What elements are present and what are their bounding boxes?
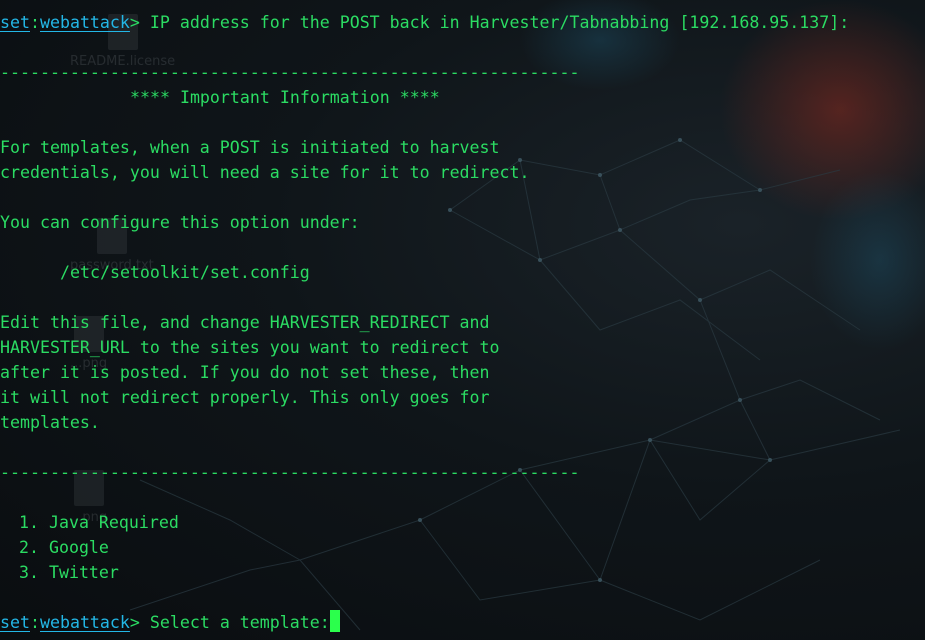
menu-option-twitter: 3. Twitter xyxy=(19,563,119,582)
config-path: /etc/setoolkit/set.config xyxy=(60,263,310,282)
terminal-prompt-line: set:webattack> IP address for the POST b… xyxy=(0,10,925,35)
info-text-line: templates. xyxy=(0,413,100,432)
prompt-question-text: IP address for the POST back in Harveste… xyxy=(139,13,850,32)
menu-option-google: 2. Google xyxy=(19,538,109,557)
menu-option-java-required: 1. Java Required xyxy=(19,513,179,532)
prompt-set-label: set xyxy=(0,613,30,632)
terminal-output[interactable]: set:webattack> IP address for the POST b… xyxy=(0,10,925,635)
desktop-background: README.license password.txt ...png ...pn… xyxy=(0,0,925,640)
info-text-line: Edit this file, and change HARVESTER_RED… xyxy=(0,313,490,332)
prompt-colon: : xyxy=(29,613,40,632)
prompt-set-label: set xyxy=(0,13,30,32)
divider-line: ----------------------------------------… xyxy=(0,463,580,482)
text-cursor[interactable] xyxy=(329,610,340,632)
info-text-line: HARVESTER_URL to the sites you want to r… xyxy=(0,338,500,357)
info-text-line: You can configure this option under: xyxy=(0,213,360,232)
prompt-arrow: > xyxy=(129,613,140,632)
prompt-colon: : xyxy=(29,13,40,32)
info-text-line: credentials, you will need a site for it… xyxy=(0,163,530,182)
template-select-prompt: Select a template: xyxy=(139,613,330,632)
prompt-module-label: webattack xyxy=(39,13,130,32)
terminal-input-line[interactable]: set:webattack> Select a template: xyxy=(0,610,925,635)
divider-line: ----------------------------------------… xyxy=(0,63,580,82)
info-text-line: For templates, when a POST is initiated … xyxy=(0,138,500,157)
prompt-module-label: webattack xyxy=(39,613,130,632)
info-text-line: after it is posted. If you do not set th… xyxy=(0,363,490,382)
prompt-arrow: > xyxy=(129,13,140,32)
info-text-line: it will not redirect properly. This only… xyxy=(0,388,490,407)
important-heading: **** Important Information **** xyxy=(130,88,440,107)
